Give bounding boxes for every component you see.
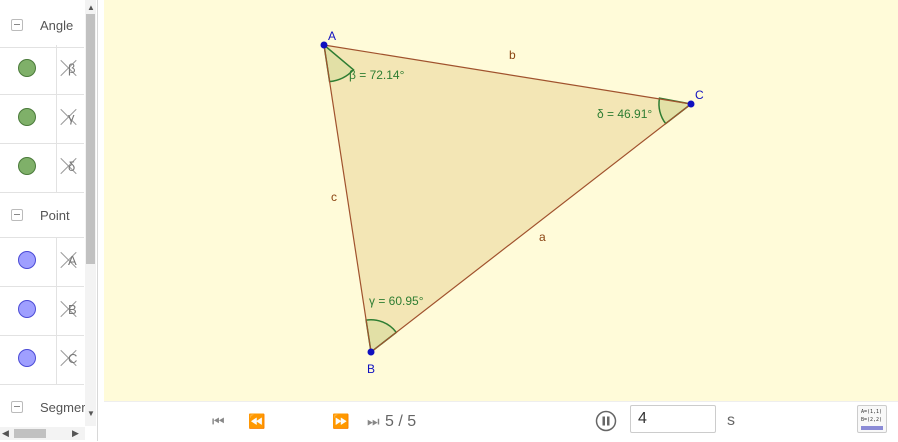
scroll-thumb[interactable] [14,429,46,438]
segment-label-c: c [331,190,337,204]
point-label-c: C [695,88,704,102]
point-c[interactable] [687,100,695,108]
collapse-icon[interactable] [11,401,23,413]
angle-label-delta: δ = 46.91° [597,107,652,121]
point-a[interactable] [320,41,328,49]
segment-label-b: b [509,48,516,62]
skip-last-icon[interactable]: ⏭ [367,414,380,428]
speed-unit: s [727,412,735,429]
construction-canvas[interactable]: A B C b a c β = 72.14° δ = 46.91° γ = 60… [0,0,898,401]
pause-icon[interactable] [595,410,617,432]
horizontal-scrollbar[interactable]: ◀ ▶ [0,427,85,440]
group-label: Segmer [40,400,86,415]
animation-toolbar: ⏮ ⏪ 5 / 5 ⏩ ⏭ [104,401,898,442]
angle-label-gamma: γ = 60.95° [369,294,424,308]
speed-input[interactable] [630,405,716,433]
step-back-icon[interactable]: ⏪ [248,414,265,428]
point-b[interactable] [367,348,375,356]
algebra-icon-line: B=(2,2) [861,417,883,423]
scroll-right-icon[interactable]: ▶ [72,428,79,439]
angle-label-beta: β = 72.14° [349,68,405,82]
point-label-b: B [367,362,375,376]
scroll-left-icon[interactable]: ◀ [2,428,9,439]
step-forward-icon[interactable]: ⏩ [332,414,349,428]
skip-first-icon[interactable]: ⏮ [212,414,225,428]
scroll-down-icon[interactable]: ▼ [87,410,95,418]
segment-label-a: a [539,230,546,244]
algebra-icon-line: A=(1,1) [861,409,883,415]
algebra-view-icon[interactable]: A=(1,1) B=(2,2) [857,405,887,433]
step-counter: 5 / 5 [385,413,417,430]
point-label-a: A [328,29,336,43]
